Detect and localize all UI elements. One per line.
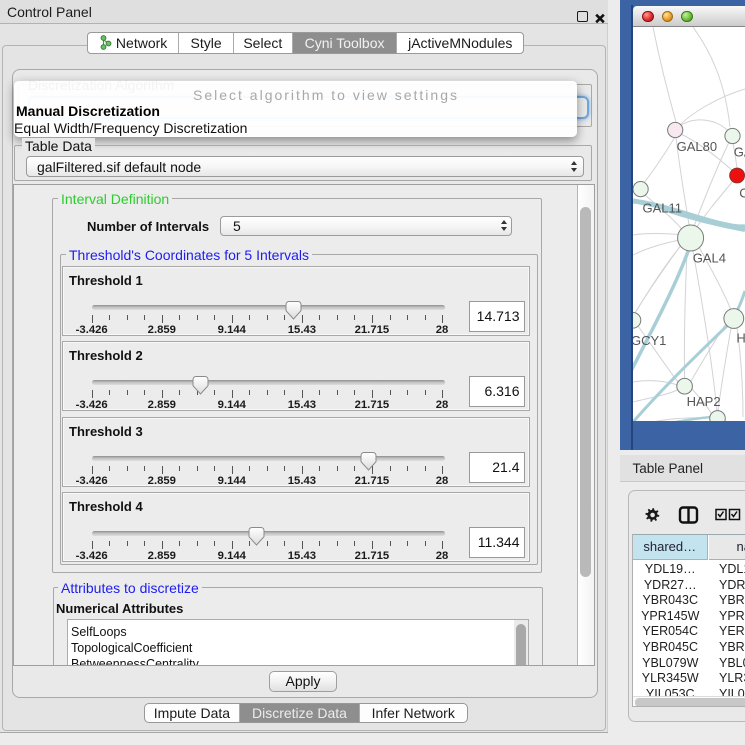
svg-text:GCY1: GCY1 — [633, 333, 666, 348]
svg-text:C: C — [739, 185, 745, 200]
svg-text:H: H — [736, 331, 745, 346]
svg-text:GAL80: GAL80 — [677, 139, 717, 154]
svg-text:GAL4: GAL4 — [693, 251, 726, 266]
svg-text:GA: GA — [734, 144, 745, 159]
svg-text:HAP2: HAP2 — [687, 394, 721, 409]
svg-text:GAL11: GAL11 — [643, 200, 683, 215]
